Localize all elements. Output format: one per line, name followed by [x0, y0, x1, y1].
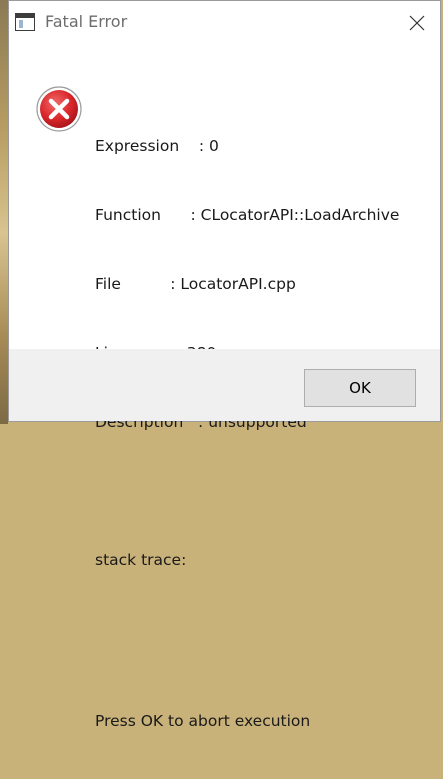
expression-line: Expression : 0: [95, 137, 219, 155]
dialog-content: Expression : 0 Function : CLocatorAPI::L…: [9, 45, 440, 730]
title-bar[interactable]: Fatal Error: [9, 1, 440, 45]
abort-prompt: Press OK to abort execution: [95, 712, 311, 730]
error-icon: [36, 86, 82, 132]
fatal-error-dialog: Fatal Error Expression : 0 Function: CL…: [8, 0, 441, 730]
close-button[interactable]: [394, 1, 440, 45]
close-icon: [409, 15, 425, 31]
desktop-background: [0, 0, 8, 424]
stack-trace-label: stack trace:: [95, 551, 187, 569]
error-message: Expression : 0 Function : CLocatorAPI::L…: [95, 89, 399, 779]
dialog-title: Fatal Error: [45, 12, 128, 31]
app-window-icon: [15, 13, 35, 31]
function-line: Function : CLocatorAPI::LoadArchive: [95, 206, 400, 224]
file-line: File : LocatorAPI.cpp: [95, 275, 296, 293]
dialog-footer: OK: [9, 349, 440, 421]
ok-button[interactable]: OK: [304, 369, 416, 407]
